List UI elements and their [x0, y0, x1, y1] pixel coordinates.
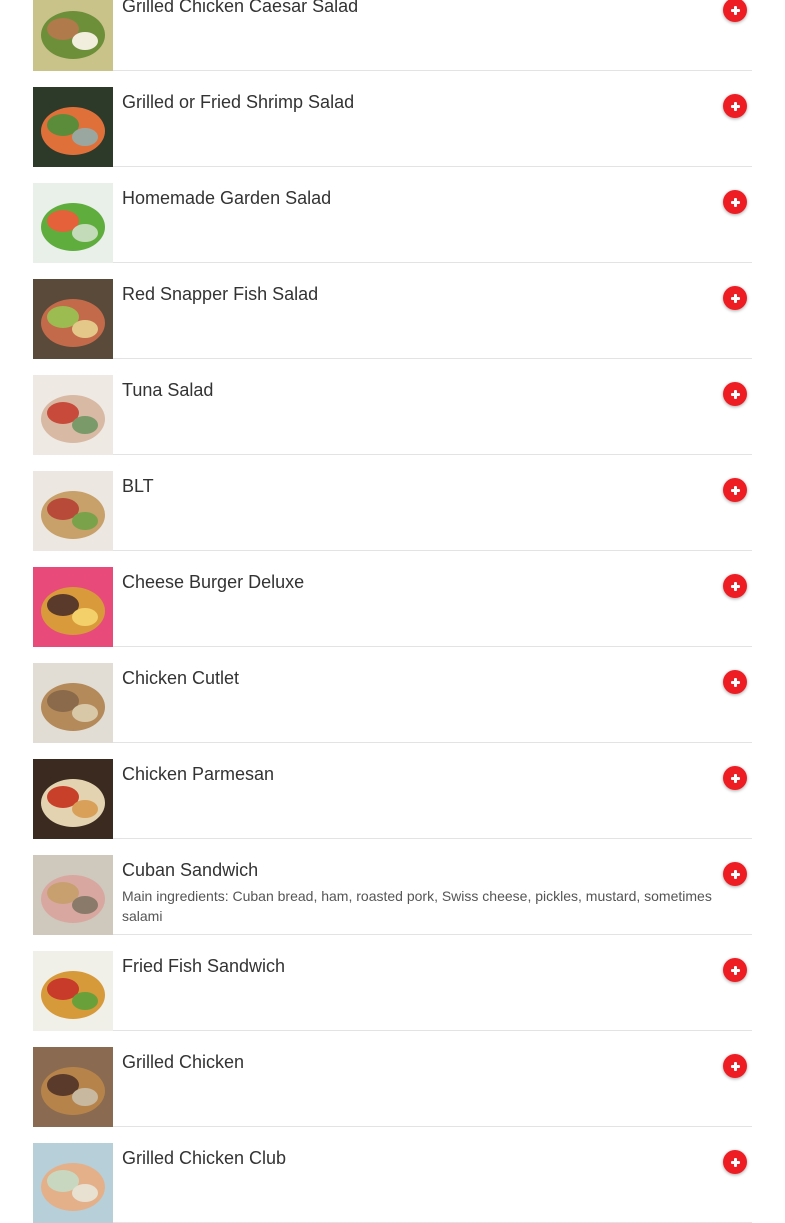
menu-item[interactable]: Grilled Chicken — [33, 1031, 752, 1127]
add-to-order-button[interactable] — [723, 0, 747, 22]
plus-icon — [723, 1054, 747, 1078]
add-to-order-button[interactable] — [723, 1054, 747, 1078]
item-description: Main ingredients: Cuban bread, ham, roas… — [122, 888, 712, 924]
menu-item[interactable]: Grilled Chicken Club — [33, 1127, 752, 1223]
plus-icon — [723, 478, 747, 502]
plus-icon — [723, 1150, 747, 1174]
add-to-order-button[interactable] — [723, 958, 747, 982]
item-name[interactable]: Cheese Burger Deluxe — [122, 571, 304, 593]
menu-item[interactable]: Chicken Parmesan — [33, 743, 752, 839]
chicken-club-photo — [33, 1143, 113, 1223]
item-name[interactable]: Chicken Parmesan — [122, 763, 274, 785]
item-name[interactable]: BLT — [122, 475, 154, 497]
fish-salad-photo — [33, 279, 113, 359]
item-name[interactable]: Red Snapper Fish Salad — [122, 283, 318, 305]
add-to-order-button[interactable] — [723, 862, 747, 886]
add-to-order-button[interactable] — [723, 94, 747, 118]
grilled-chicken-sandwich-photo — [33, 1047, 113, 1127]
menu-item[interactable]: Grilled Chicken Caesar Salad — [33, 0, 752, 71]
item-name[interactable]: Chicken Cutlet — [122, 667, 239, 689]
item-name[interactable]: Cuban Sandwich — [122, 859, 258, 881]
add-to-order-button[interactable] — [723, 286, 747, 310]
item-name[interactable]: Grilled Chicken Caesar Salad — [122, 0, 358, 17]
fried-fish-sandwich-photo — [33, 951, 113, 1031]
add-to-order-button[interactable] — [723, 478, 747, 502]
add-to-order-button[interactable] — [723, 190, 747, 214]
plus-icon — [723, 0, 747, 22]
plus-icon — [723, 190, 747, 214]
plus-icon — [723, 670, 747, 694]
add-to-order-button[interactable] — [723, 766, 747, 790]
item-name[interactable]: Grilled or Fried Shrimp Salad — [122, 91, 354, 113]
add-to-order-button[interactable] — [723, 382, 747, 406]
add-to-order-button[interactable] — [723, 574, 747, 598]
shrimp-salad-photo — [33, 87, 113, 167]
garden-salad-photo — [33, 183, 113, 263]
tuna-salad-photo — [33, 375, 113, 455]
cheeseburger-photo — [33, 567, 113, 647]
plus-icon — [723, 862, 747, 886]
item-name[interactable]: Homemade Garden Salad — [122, 187, 331, 209]
plus-icon — [723, 94, 747, 118]
item-name[interactable]: Grilled Chicken — [122, 1051, 244, 1073]
chicken-cutlet-photo — [33, 663, 113, 743]
menu-item[interactable]: Red Snapper Fish Salad — [33, 263, 752, 359]
menu-item[interactable]: BLT — [33, 455, 752, 551]
add-to-order-button[interactable] — [723, 1150, 747, 1174]
menu-item[interactable]: Chicken Cutlet — [33, 647, 752, 743]
item-name[interactable]: Grilled Chicken Club — [122, 1147, 286, 1169]
menu-item[interactable]: Cuban Sandwich Main ingredients: Cuban br… — [33, 839, 752, 935]
item-name[interactable]: Fried Fish Sandwich — [122, 955, 285, 977]
item-name[interactable]: Tuna Salad — [122, 379, 213, 401]
add-to-order-button[interactable] — [723, 670, 747, 694]
menu-item[interactable]: Tuna Salad — [33, 359, 752, 455]
menu-item[interactable]: Grilled or Fried Shrimp Salad — [33, 71, 752, 167]
plus-icon — [723, 286, 747, 310]
plus-icon — [723, 766, 747, 790]
menu-item[interactable]: Fried Fish Sandwich — [33, 935, 752, 1031]
menu-item[interactable]: Homemade Garden Salad — [33, 167, 752, 263]
plus-icon — [723, 382, 747, 406]
cuban-sandwich-photo — [33, 855, 113, 935]
menu-item-list: Grilled Chicken Caesar Salad Grilled or F… — [33, 0, 752, 1223]
plus-icon — [723, 958, 747, 982]
caesar-salad-photo — [33, 0, 113, 71]
plus-icon — [723, 574, 747, 598]
menu-item[interactable]: Cheese Burger Deluxe — [33, 551, 752, 647]
blt-sandwich-photo — [33, 471, 113, 551]
chicken-parmesan-photo — [33, 759, 113, 839]
